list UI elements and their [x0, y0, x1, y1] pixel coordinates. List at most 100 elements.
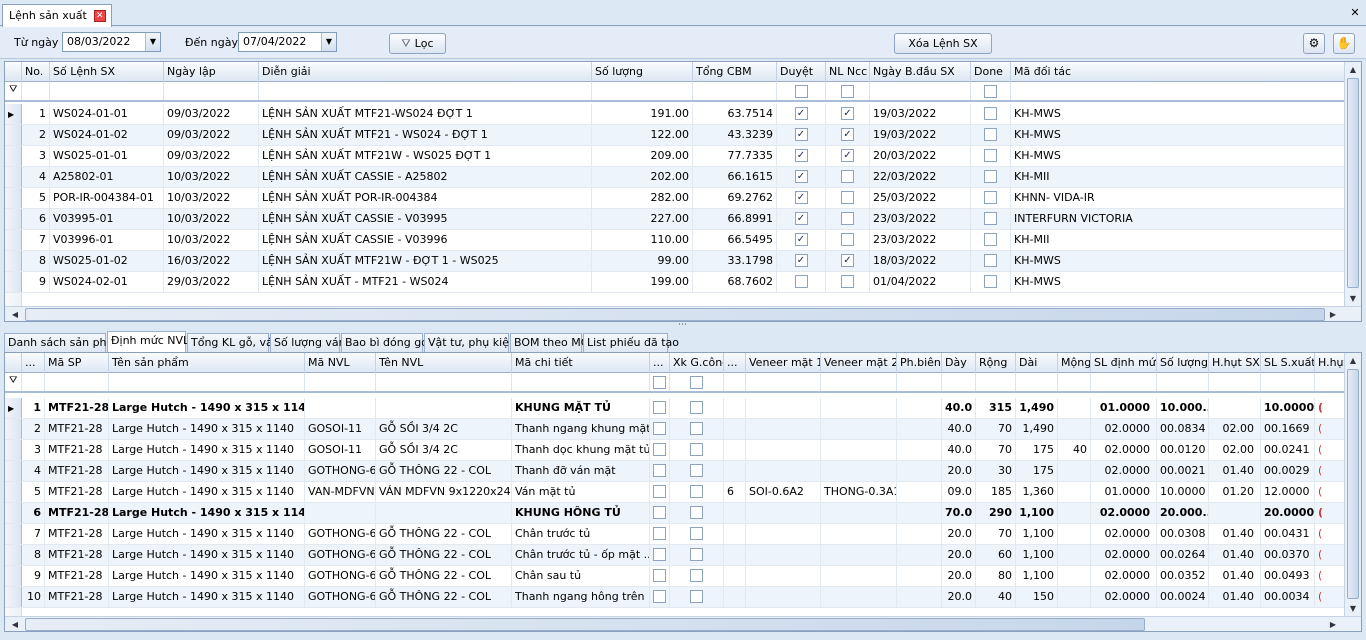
filter-cell[interactable]: [724, 373, 746, 391]
filter-cell[interactable]: [693, 82, 777, 100]
row-checkbox[interactable]: [653, 548, 666, 561]
column-header[interactable]: SL định mức: [1091, 353, 1157, 373]
row-checkbox[interactable]: [653, 485, 666, 498]
table-cell[interactable]: [670, 482, 724, 502]
row-checkbox[interactable]: [841, 191, 854, 204]
row-checkbox[interactable]: ✓: [794, 107, 808, 120]
row-checkbox[interactable]: ✓: [794, 233, 808, 246]
table-row[interactable]: 4 A25802-01 10/03/2022 LỆNH SẢN XUẤT CASSIE…: [5, 167, 1361, 188]
column-header[interactable]: Veneer mặt 2: [821, 353, 897, 373]
tab-8[interactable]: List phiếu đã tạo: [583, 333, 679, 352]
scroll-left-icon[interactable]: ◀: [7, 617, 23, 631]
table-cell[interactable]: [826, 209, 870, 229]
table-cell[interactable]: ✓: [826, 146, 870, 166]
table-row[interactable]: 5 POR-IR-004384-01 10/03/2022 LỆNH SẢN XUẤT…: [5, 188, 1361, 209]
filter-cell[interactable]: [971, 82, 1011, 100]
table-cell[interactable]: [826, 188, 870, 208]
filter-cell[interactable]: [592, 82, 693, 100]
table-cell[interactable]: ✓: [826, 104, 870, 124]
chevron-down-icon[interactable]: ▼: [321, 33, 336, 51]
column-header[interactable]: Số Lệnh SX: [50, 62, 164, 82]
table-cell[interactable]: [826, 272, 870, 292]
row-checkbox[interactable]: [690, 443, 703, 456]
column-header[interactable]: Duyệt: [777, 62, 826, 82]
table-cell[interactable]: ✓: [777, 251, 826, 271]
column-header[interactable]: Dài: [1016, 353, 1058, 373]
row-checkbox[interactable]: ✓: [841, 128, 854, 141]
table-cell[interactable]: ✓: [777, 125, 826, 145]
row-checkbox[interactable]: [653, 590, 666, 603]
table-cell[interactable]: [650, 503, 670, 523]
table-cell[interactable]: [670, 440, 724, 460]
table-cell[interactable]: [971, 272, 1011, 292]
table-cell[interactable]: ✓: [777, 188, 826, 208]
table-cell[interactable]: ✓: [777, 104, 826, 124]
filter-cell[interactable]: [826, 82, 870, 100]
scroll-right-icon[interactable]: ▶: [1325, 307, 1341, 321]
row-checkbox[interactable]: ✓: [794, 128, 808, 141]
row-checkbox[interactable]: [984, 107, 997, 120]
table-row[interactable]: 2 WS024-01-02 09/03/2022 LỆNH SẢN XUẤT MTF2…: [5, 125, 1361, 146]
scroll-down-icon[interactable]: ▼: [1345, 291, 1361, 306]
orders-vertical-scrollbar[interactable]: ▲ ▼: [1344, 62, 1361, 306]
tab-6[interactable]: Vật tư, phụ kiện: [424, 333, 516, 352]
table-row[interactable]: 9 WS024-02-01 29/03/2022 LỆNH SẢN XUẤT - MT…: [5, 272, 1361, 293]
table-row[interactable]: 3 MTF21-28 Large Hutch - 1490 x 315 x 1140…: [5, 440, 1361, 461]
table-row[interactable]: 8 MTF21-28 Large Hutch - 1490 x 315 x 1140…: [5, 545, 1361, 566]
row-checkbox[interactable]: [984, 149, 997, 162]
table-cell[interactable]: ✓: [777, 146, 826, 166]
row-checkbox[interactable]: [653, 443, 666, 456]
filter-cell[interactable]: [512, 373, 650, 391]
table-row[interactable]: 8 WS025-01-02 16/03/2022 LỆNH SẢN XUẤT MTF2…: [5, 251, 1361, 272]
table-row[interactable]: 6 V03995-01 10/03/2022 LỆNH SẢN XUẤT CASSIE…: [5, 209, 1361, 230]
filter-cell[interactable]: [1209, 373, 1261, 391]
filter-cell[interactable]: [1091, 373, 1157, 391]
table-cell[interactable]: [650, 587, 670, 607]
column-header[interactable]: Rộng: [976, 353, 1016, 373]
scroll-thumb[interactable]: [1347, 78, 1359, 288]
table-cell[interactable]: [971, 188, 1011, 208]
scroll-thumb[interactable]: [1347, 369, 1359, 599]
column-header[interactable]: SL S.xuất: [1261, 353, 1315, 373]
row-checkbox[interactable]: [690, 548, 703, 561]
column-header[interactable]: Tên sản phẩm: [109, 353, 305, 373]
column-header[interactable]: ...: [724, 353, 746, 373]
tab-2[interactable]: Định mức NVL: [107, 331, 189, 352]
column-header[interactable]: No.: [22, 62, 50, 82]
filter-cell[interactable]: [22, 373, 45, 391]
scroll-down-icon[interactable]: ▼: [1345, 601, 1361, 616]
column-header[interactable]: Ngày lập: [164, 62, 259, 82]
row-checkbox[interactable]: [690, 485, 703, 498]
filter-cell[interactable]: [1058, 373, 1091, 391]
row-checkbox[interactable]: ✓: [794, 191, 808, 204]
row-checkbox[interactable]: ✓: [841, 107, 854, 120]
filter-cell[interactable]: [376, 373, 512, 391]
table-cell[interactable]: [670, 587, 724, 607]
table-row[interactable]: 5 MTF21-28 Large Hutch - 1490 x 315 x 1140…: [5, 482, 1361, 503]
table-row[interactable]: 10 MTF21-28 Large Hutch - 1490 x 315 x 114…: [5, 587, 1361, 608]
filter-cell[interactable]: ⛛: [5, 82, 22, 100]
filter-cell[interactable]: [650, 373, 670, 391]
splitter[interactable]: ⋯: [0, 320, 1366, 330]
bom-horizontal-scrollbar[interactable]: ◀ ▶: [5, 616, 1361, 631]
table-cell[interactable]: [971, 167, 1011, 187]
table-row[interactable]: 6 MTF21-28 Large Hutch - 1490 x 315 x 1140…: [5, 503, 1361, 524]
row-checkbox[interactable]: [984, 275, 997, 288]
table-cell[interactable]: [650, 545, 670, 565]
filter-checkbox[interactable]: [841, 85, 854, 98]
table-cell[interactable]: [670, 398, 724, 418]
table-cell[interactable]: [971, 146, 1011, 166]
column-header[interactable]: Xk G.công: [670, 353, 724, 373]
table-cell[interactable]: [777, 272, 826, 292]
filter-button[interactable]: ⛛ Lọc: [389, 33, 446, 54]
row-checkbox[interactable]: ✓: [794, 212, 808, 225]
column-header[interactable]: Diễn giải: [259, 62, 592, 82]
scroll-up-icon[interactable]: ▲: [1345, 353, 1361, 368]
row-checkbox[interactable]: [690, 401, 703, 414]
table-row[interactable]: 4 MTF21-28 Large Hutch - 1490 x 315 x 1140…: [5, 461, 1361, 482]
scroll-thumb[interactable]: [25, 308, 1325, 321]
filter-cell[interactable]: [1016, 373, 1058, 391]
row-checkbox[interactable]: [984, 254, 997, 267]
filter-checkbox[interactable]: [984, 85, 997, 98]
column-header[interactable]: Mã chi tiết: [512, 353, 650, 373]
